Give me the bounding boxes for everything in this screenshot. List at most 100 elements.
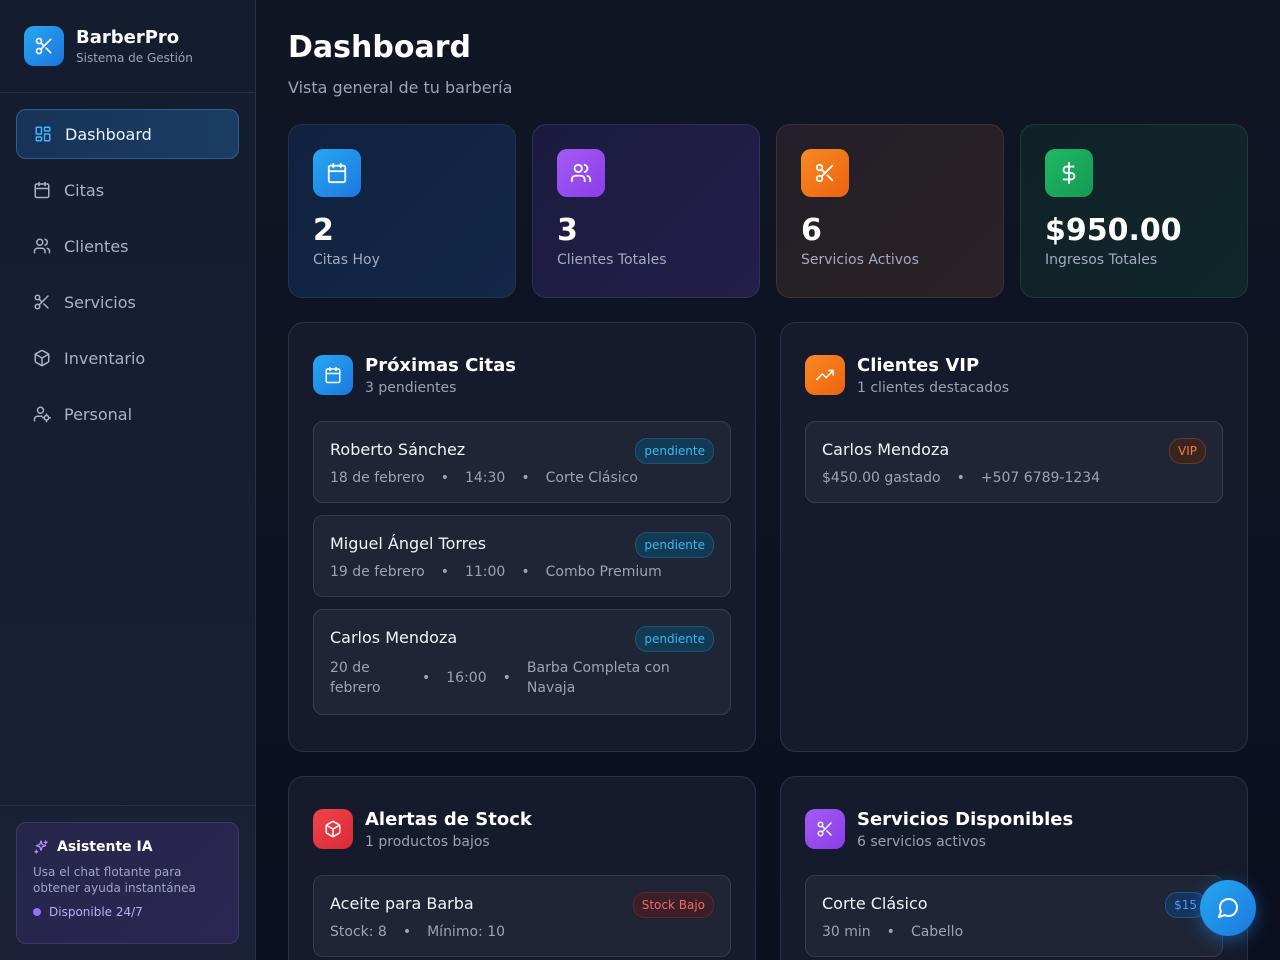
separator: • — [440, 470, 449, 486]
panel-subtitle: 1 productos bajos — [365, 833, 490, 850]
sidebar-item-label: Clientes — [64, 236, 129, 256]
stat-card-ingresos-totales[interactable]: $950.00 Ingresos Totales — [1020, 124, 1248, 298]
appointment-service: Combo Premium — [545, 564, 662, 580]
stat-label: Clientes Totales — [557, 252, 667, 268]
sidebar-item-personal[interactable]: Personal — [16, 389, 239, 439]
sidebar-item-servicios[interactable]: Servicios — [16, 277, 239, 327]
ai-assistant-description: Usa el chat flotante para obtener ayuda … — [33, 865, 196, 895]
stat-label: Citas Hoy — [313, 252, 380, 268]
sidebar-item-label: Citas — [64, 180, 105, 200]
sparkles-icon — [34, 840, 48, 854]
stat-card-servicios-activos[interactable]: 6 Servicios Activos — [776, 124, 1004, 298]
chat-button[interactable] — [1200, 880, 1256, 936]
panel-subtitle: 3 pendientes — [365, 379, 457, 396]
separator: • — [502, 670, 511, 686]
sidebar-item-label: Inventario — [64, 348, 146, 368]
appointments-list: Roberto Sánchez 18 de febrero • 14:30 • … — [313, 421, 731, 715]
product-stock: Stock: 8 — [330, 924, 387, 940]
dashboard-icon — [35, 126, 51, 142]
separator: • — [422, 670, 431, 686]
service-duration: 30 min — [822, 924, 871, 940]
sidebar-item-label: Personal — [64, 404, 133, 424]
calendar-icon — [34, 181, 50, 199]
stock-alerts-panel: Alertas de Stock 1 productos bajos Aceit… — [288, 776, 756, 960]
package-icon — [34, 349, 50, 367]
stat-label: Servicios Activos — [801, 252, 919, 268]
vip-list: Carlos Mendoza $450.00 gastado • +507 67… — [805, 421, 1223, 503]
ai-assistant-card[interactable]: Asistente IA Usa el chat flotante para o… — [16, 822, 239, 944]
appointment-time: 11:00 — [464, 564, 506, 580]
sidebar: BarberPro Sistema de Gestión Dashboard C… — [0, 0, 256, 960]
client-name: Carlos Mendoza — [822, 440, 950, 459]
client-phone: +507 6789-1234 — [980, 470, 1101, 486]
calendar-icon — [313, 149, 361, 197]
appointment-time: 14:30 — [464, 470, 506, 486]
panel-title: Clientes VIP — [857, 354, 980, 376]
separator: • — [521, 470, 530, 486]
trending-up-icon — [805, 355, 845, 395]
separator: • — [886, 924, 895, 940]
scissors-icon — [24, 26, 64, 66]
list-item[interactable]: Roberto Sánchez 18 de febrero • 14:30 • … — [313, 421, 731, 503]
list-item[interactable]: Carlos Mendoza $450.00 gastado • +507 67… — [805, 421, 1223, 503]
sidebar-item-citas[interactable]: Citas — [16, 165, 239, 215]
stat-value: $950.00 — [1045, 213, 1182, 248]
brand[interactable]: BarberPro Sistema de Gestión — [0, 0, 255, 93]
list-item[interactable]: Corte Clásico 30 min • Cabello $15 — [805, 875, 1223, 957]
list-item[interactable]: Aceite para Barba Stock: 8 • Mínimo: 10 … — [313, 875, 731, 957]
sidebar-item-label: Servicios — [64, 292, 136, 312]
brand-subtitle: Sistema de Gestión — [76, 51, 193, 65]
services-list: Corte Clásico 30 min • Cabello $15 — [805, 875, 1223, 957]
appointment-time: 16:00 — [446, 670, 487, 686]
separator: • — [440, 564, 449, 580]
scissors-icon — [34, 294, 49, 310]
services-panel: Servicios Disponibles 6 servicios activo… — [780, 776, 1248, 960]
status-badge: pendiente — [635, 532, 714, 558]
vip-badge: VIP — [1169, 438, 1206, 464]
service-name: Corte Clásico — [822, 894, 928, 913]
ai-assistant-status: Disponible 24/7 — [49, 905, 143, 919]
separator: • — [956, 470, 965, 486]
sidebar-item-clientes[interactable]: Clientes — [16, 221, 239, 271]
page-subtitle: Vista general de tu barbería — [288, 78, 513, 97]
panel-title: Servicios Disponibles — [857, 808, 1074, 830]
stat-value: 6 — [801, 213, 822, 248]
users-icon — [557, 149, 605, 197]
appointment-date: 19 de febrero — [330, 564, 425, 580]
panel-title: Próximas Citas — [365, 354, 516, 376]
panel-subtitle: 1 clientes destacados — [857, 379, 1010, 396]
separator: • — [402, 924, 412, 940]
page-title: Dashboard — [288, 30, 471, 65]
sidebar-item-dashboard[interactable]: Dashboard — [16, 109, 239, 159]
separator: • — [521, 564, 530, 580]
user-cog-icon — [33, 406, 51, 423]
calendar-icon — [313, 355, 353, 395]
appointments-panel: Próximas Citas 3 pendientes Roberto Sánc… — [288, 322, 756, 752]
status-dot-icon — [33, 908, 41, 916]
low-stock-badge: Stock Bajo — [632, 892, 714, 918]
status-badge: pendiente — [635, 626, 714, 652]
appointment-service: Barba Completa con Navaja — [526, 660, 670, 696]
main-content: Dashboard Vista general de tu barbería 2… — [256, 0, 1280, 960]
sidebar-item-inventario[interactable]: Inventario — [16, 333, 239, 383]
stat-value: 3 — [557, 213, 578, 248]
sidebar-footer: Asistente IA Usa el chat flotante para o… — [0, 805, 255, 960]
service-category: Cabello — [910, 924, 964, 940]
users-icon — [33, 238, 51, 254]
brand-name: BarberPro — [76, 27, 180, 48]
sidebar-item-label: Dashboard — [65, 124, 152, 144]
list-item[interactable]: Carlos Mendoza 20 de febrero • 16:00 • B… — [313, 609, 731, 715]
scissors-icon — [805, 809, 845, 849]
dollar-icon — [1045, 149, 1093, 197]
stock-list: Aceite para Barba Stock: 8 • Mínimo: 10 … — [313, 875, 731, 957]
status-badge: pendiente — [635, 438, 714, 464]
ai-assistant-title: Asistente IA — [57, 839, 153, 855]
stat-card-clientes-totales[interactable]: 3 Clientes Totales — [532, 124, 760, 298]
list-item[interactable]: Miguel Ángel Torres 19 de febrero • 11:0… — [313, 515, 731, 597]
panel-title: Alertas de Stock — [365, 808, 532, 830]
chat-icon — [1218, 897, 1239, 918]
appointment-service: Corte Clásico — [545, 470, 638, 486]
panel-subtitle: 6 servicios activos — [857, 833, 986, 850]
stat-card-citas-hoy[interactable]: 2 Citas Hoy — [288, 124, 516, 298]
appointment-date: 18 de febrero — [330, 470, 425, 486]
